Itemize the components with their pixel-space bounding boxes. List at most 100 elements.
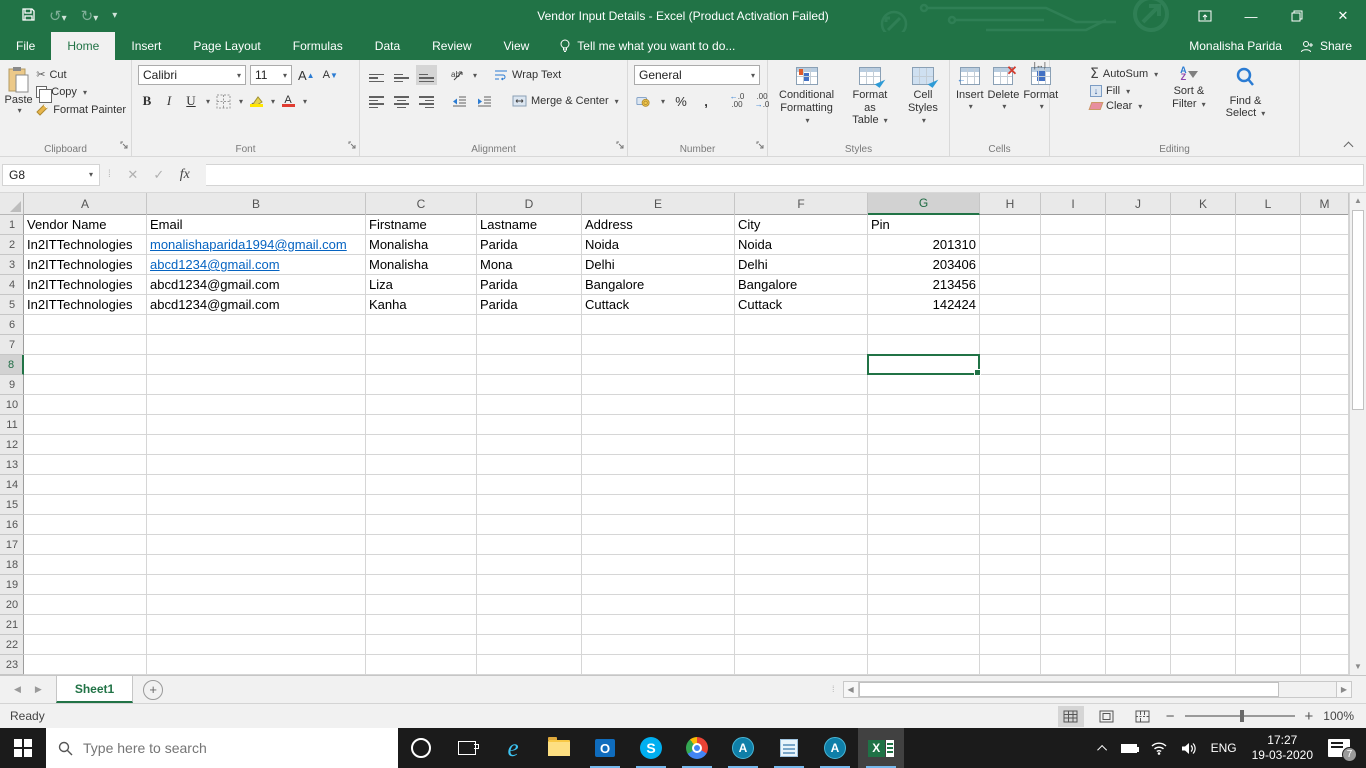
cell-B1[interactable]: Email (147, 215, 366, 235)
cell-F6[interactable] (735, 315, 868, 335)
sort-filter-button[interactable]: AZ Sort & Filter ▾ (1166, 63, 1212, 133)
increase-decimal-icon[interactable]: ←.0.00 (728, 91, 746, 111)
cell-M6[interactable] (1301, 315, 1349, 335)
cell-H23[interactable] (980, 655, 1041, 675)
horizontal-scroll-thumb[interactable] (858, 681, 1279, 697)
cell-J14[interactable] (1106, 475, 1171, 495)
cell-D6[interactable] (477, 315, 582, 335)
cell-A14[interactable] (24, 475, 147, 495)
insert-cells-button[interactable]: ← Insert ▾ (954, 63, 986, 139)
alignment-dialog-launcher-icon[interactable] (616, 141, 625, 153)
cell-F18[interactable] (735, 555, 868, 575)
cell-J15[interactable] (1106, 495, 1171, 515)
cell-G17[interactable] (868, 535, 980, 555)
column-header-J[interactable]: J (1106, 193, 1171, 215)
cell-D21[interactable] (477, 615, 582, 635)
cell-E8[interactable] (582, 355, 735, 375)
cell-A21[interactable] (24, 615, 147, 635)
cell-K5[interactable] (1171, 295, 1236, 315)
cell-B18[interactable] (147, 555, 366, 575)
name-box[interactable]: G8 ▾ (2, 163, 100, 186)
cell-L7[interactable] (1236, 335, 1301, 355)
italic-button[interactable]: I (160, 91, 178, 111)
share-button[interactable]: Share (1300, 39, 1352, 53)
cell-M17[interactable] (1301, 535, 1349, 555)
cell-K19[interactable] (1171, 575, 1236, 595)
cell-K12[interactable] (1171, 435, 1236, 455)
cell-D18[interactable] (477, 555, 582, 575)
cell-L1[interactable] (1236, 215, 1301, 235)
cell-J4[interactable] (1106, 275, 1171, 295)
cell-E15[interactable] (582, 495, 735, 515)
cell-E12[interactable] (582, 435, 735, 455)
cell-A3[interactable]: In2ITTechnologies (24, 255, 147, 275)
cell-D4[interactable]: Parida (477, 275, 582, 295)
cell-I14[interactable] (1041, 475, 1106, 495)
cell-H8[interactable] (980, 355, 1041, 375)
cell-G3[interactable]: 203406 (868, 255, 980, 275)
cell-C13[interactable] (366, 455, 477, 475)
column-header-F[interactable]: F (735, 193, 868, 215)
row-header-1[interactable]: 1 (0, 215, 24, 235)
row-header-18[interactable]: 18 (0, 555, 24, 575)
taskbar-app-2[interactable]: A (812, 728, 858, 768)
cell-D1[interactable]: Lastname (477, 215, 582, 235)
cell-K14[interactable] (1171, 475, 1236, 495)
cell-H1[interactable] (980, 215, 1041, 235)
cell-J11[interactable] (1106, 415, 1171, 435)
cell-H17[interactable] (980, 535, 1041, 555)
row-header-4[interactable]: 4 (0, 275, 24, 295)
cell-L10[interactable] (1236, 395, 1301, 415)
cell-G5[interactable]: 142424 (868, 295, 980, 315)
cell-I1[interactable] (1041, 215, 1106, 235)
cell-J19[interactable] (1106, 575, 1171, 595)
cell-H15[interactable] (980, 495, 1041, 515)
cell-C17[interactable] (366, 535, 477, 555)
cell-F10[interactable] (735, 395, 868, 415)
cell-H5[interactable] (980, 295, 1041, 315)
cell-E21[interactable] (582, 615, 735, 635)
cell-G14[interactable] (868, 475, 980, 495)
cell-B9[interactable] (147, 375, 366, 395)
cell-A15[interactable] (24, 495, 147, 515)
tray-clock[interactable]: 17:27 19-03-2020 (1244, 728, 1321, 768)
tab-review[interactable]: Review (416, 32, 487, 60)
cell-H7[interactable] (980, 335, 1041, 355)
cell-C5[interactable]: Kanha (366, 295, 477, 315)
cell-A20[interactable] (24, 595, 147, 615)
cell-J21[interactable] (1106, 615, 1171, 635)
cell-I8[interactable] (1041, 355, 1106, 375)
sheet-nav-right-icon[interactable]: ▶ (35, 684, 42, 695)
cell-A12[interactable] (24, 435, 147, 455)
cell-F21[interactable] (735, 615, 868, 635)
row-header-22[interactable]: 22 (0, 635, 24, 655)
cell-M21[interactable] (1301, 615, 1349, 635)
row-header-3[interactable]: 3 (0, 255, 24, 275)
cell-G22[interactable] (868, 635, 980, 655)
cell-B17[interactable] (147, 535, 366, 555)
cell-K18[interactable] (1171, 555, 1236, 575)
align-right-icon[interactable] (416, 91, 437, 111)
cell-B11[interactable] (147, 415, 366, 435)
decrease-font-size-icon[interactable]: A ▼ (321, 65, 340, 85)
scrollbar-resize-handle[interactable]: ⁞ (832, 684, 835, 694)
cell-G1[interactable]: Pin (868, 215, 980, 235)
cell-K7[interactable] (1171, 335, 1236, 355)
cell-I11[interactable] (1041, 415, 1106, 435)
cell-L3[interactable] (1236, 255, 1301, 275)
cell-F17[interactable] (735, 535, 868, 555)
row-header-5[interactable]: 5 (0, 295, 24, 315)
row-header-15[interactable]: 15 (0, 495, 24, 515)
cell-J18[interactable] (1106, 555, 1171, 575)
cell-H6[interactable] (980, 315, 1041, 335)
page-layout-view-icon[interactable] (1094, 706, 1120, 727)
cell-E1[interactable]: Address (582, 215, 735, 235)
cell-L12[interactable] (1236, 435, 1301, 455)
clipboard-dialog-launcher-icon[interactable] (120, 141, 129, 153)
cell-L21[interactable] (1236, 615, 1301, 635)
tab-data[interactable]: Data (359, 32, 416, 60)
cancel-icon[interactable]: ✕ (120, 167, 146, 183)
orientation-icon[interactable]: ab (449, 65, 467, 85)
decrease-indent-icon[interactable] (449, 91, 470, 111)
fill-button[interactable]: ↓ Fill ▾ (1090, 85, 1158, 97)
